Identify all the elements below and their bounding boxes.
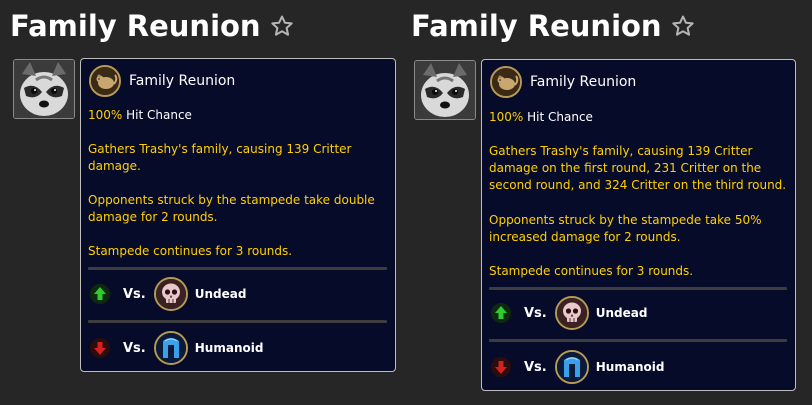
red-down-arrow-icon xyxy=(89,337,111,359)
star-outline-icon[interactable] xyxy=(270,14,294,38)
description-line: Opponents struck by the stampede take 50… xyxy=(489,213,762,227)
strong-against-row: Vs. Undead xyxy=(89,277,246,311)
divider xyxy=(88,320,387,323)
weak-against-row: Vs. Humanoid xyxy=(490,350,664,384)
description-line: damage for 2 rounds. xyxy=(88,210,218,224)
divider xyxy=(88,267,387,270)
green-up-arrow-icon xyxy=(490,302,512,324)
red-down-arrow-icon xyxy=(490,356,512,378)
star-outline-icon[interactable] xyxy=(671,14,695,38)
ability-tooltip-card: Family Reunion 100% Hit Chance Gathers T… xyxy=(80,58,396,372)
helmet-icon xyxy=(153,331,188,365)
ability-tooltip-card: Family Reunion 100% Hit Chance Gathers T… xyxy=(481,59,796,391)
page-title: Family Reunion xyxy=(411,9,662,43)
pet-type-undead: Undead xyxy=(194,287,247,301)
divider xyxy=(489,339,787,342)
critter-stampede-icon xyxy=(89,65,121,97)
vs-label: Vs. xyxy=(524,305,547,321)
raccoon-portrait-icon xyxy=(414,60,476,120)
description-duration: Stampede continues for 3 rounds. xyxy=(88,244,293,258)
description-damage: Gathers Trashy's family, causing 139 Cri… xyxy=(489,143,787,194)
hit-chance: 100% Hit Chance xyxy=(489,109,787,126)
skull-icon xyxy=(153,277,188,311)
description-line: Gathers Trashy's family, causing 139 Cri… xyxy=(88,142,352,156)
ability-name: Family Reunion xyxy=(530,74,637,90)
hit-chance-value: 100% xyxy=(88,108,123,122)
raccoon-portrait-icon xyxy=(13,59,75,119)
vs-label: Vs. xyxy=(123,340,146,356)
pet-type-humanoid: Humanoid xyxy=(595,360,665,374)
description-line: Opponents struck by the stampede take do… xyxy=(88,193,375,207)
title-row: Family Reunion xyxy=(411,6,695,46)
vs-label: Vs. xyxy=(123,286,146,302)
page-title: Family Reunion xyxy=(10,9,261,43)
description-effect: Opponents struck by the stampede take do… xyxy=(88,192,387,226)
hit-chance-value: 100% xyxy=(489,110,524,124)
hit-chance-label: Hit Chance xyxy=(527,110,593,124)
ability-name: Family Reunion xyxy=(129,73,236,89)
vs-label: Vs. xyxy=(524,359,547,375)
description-line: second round, and 324 Critter on the thi… xyxy=(489,178,787,192)
hit-chance-label: Hit Chance xyxy=(126,108,192,122)
description-effect: Opponents struck by the stampede take 50… xyxy=(489,212,787,246)
divider xyxy=(489,287,787,290)
critter-stampede-icon xyxy=(490,66,522,98)
pet-type-humanoid: Humanoid xyxy=(194,341,264,355)
pet-type-undead: Undead xyxy=(595,306,648,320)
strong-against-row: Vs. Undead xyxy=(490,296,647,330)
description-duration: Stampede continues for 3 rounds. xyxy=(489,264,694,278)
description-line: damage. xyxy=(88,159,141,173)
green-up-arrow-icon xyxy=(89,283,111,305)
title-row: Family Reunion xyxy=(10,6,294,46)
helmet-icon xyxy=(554,350,589,384)
ability-header: Family Reunion xyxy=(490,66,636,98)
weak-against-row: Vs. Humanoid xyxy=(89,331,263,365)
ability-header: Family Reunion xyxy=(89,65,235,97)
skull-icon xyxy=(554,296,589,330)
hit-chance: 100% Hit Chance xyxy=(88,107,387,124)
description-damage: Gathers Trashy's family, causing 139 Cri… xyxy=(88,141,387,175)
description-line: damage on the first round, 231 Critter o… xyxy=(489,161,762,175)
description-line: Gathers Trashy's family, causing 139 Cri… xyxy=(489,144,753,158)
description-line: increased damage for 2 rounds. xyxy=(489,230,681,244)
